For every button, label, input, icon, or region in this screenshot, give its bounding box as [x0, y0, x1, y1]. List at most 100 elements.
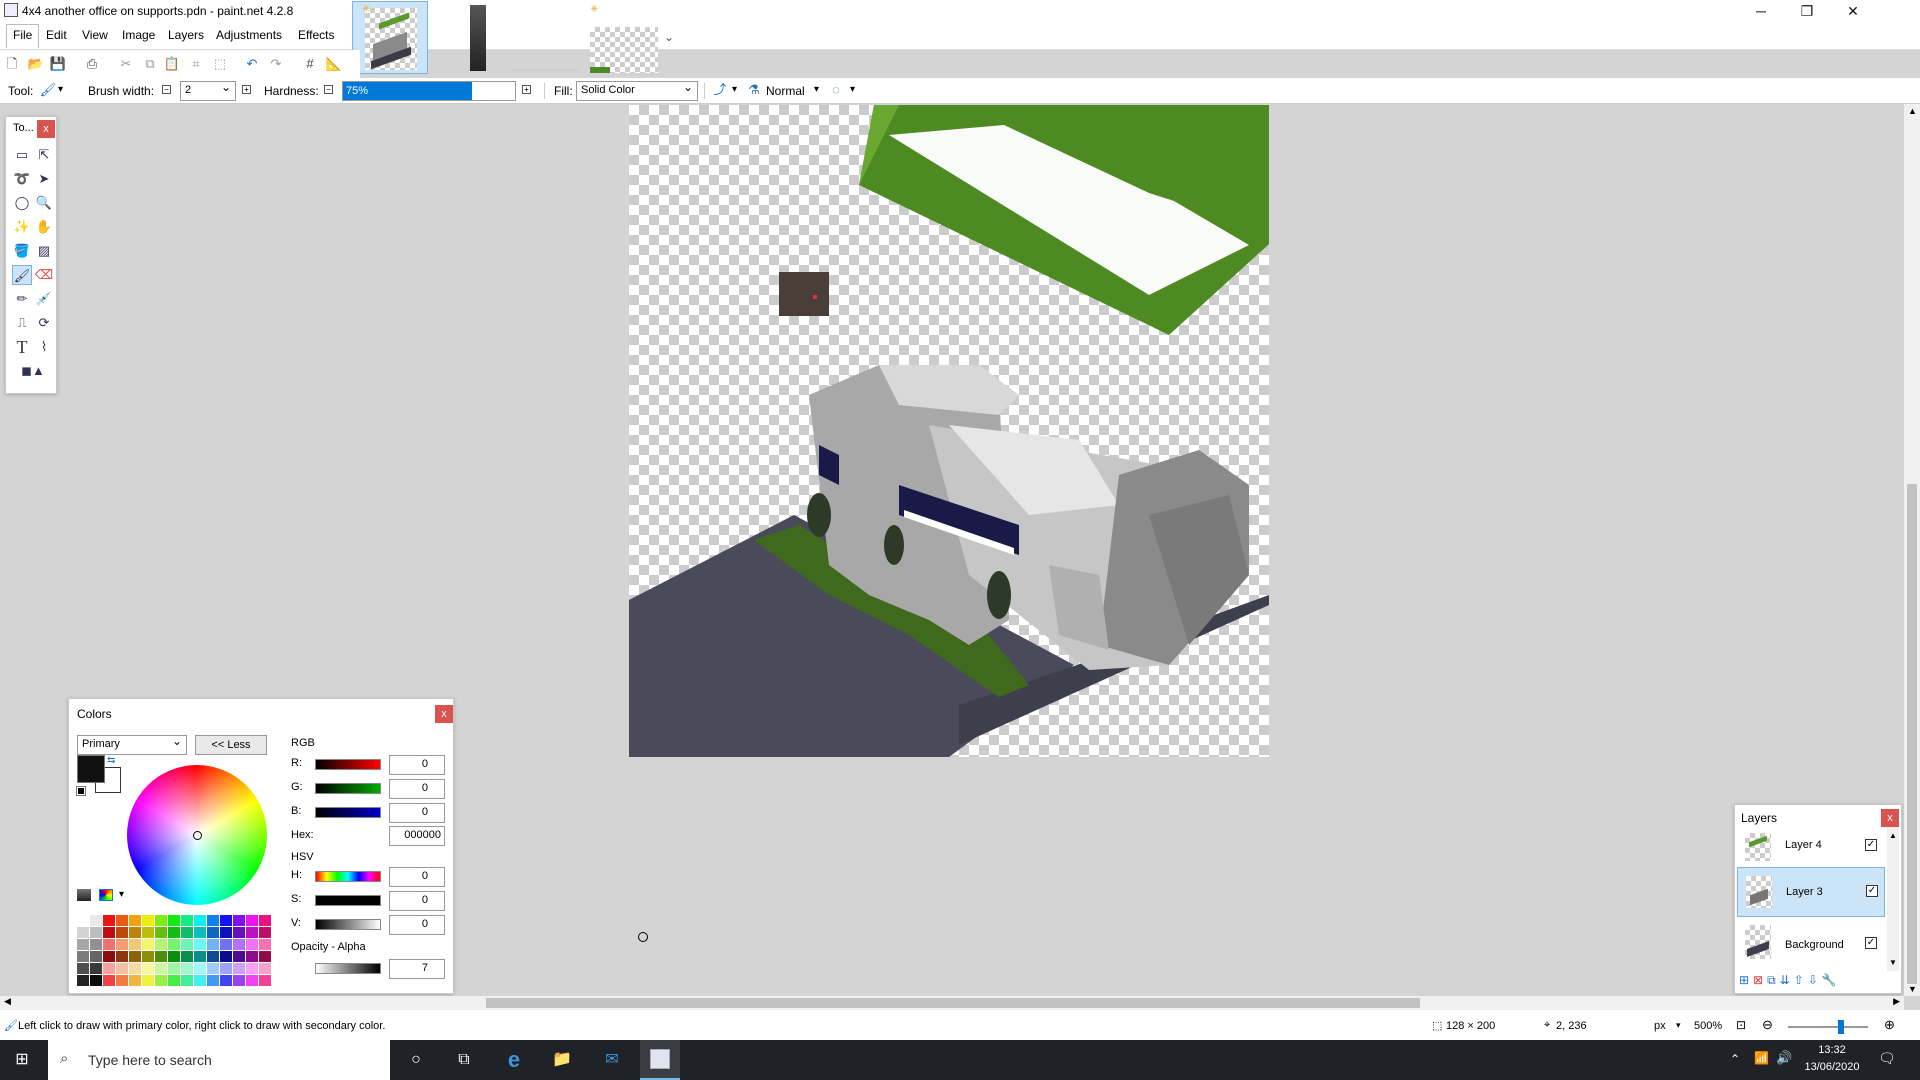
tools-panel-close-button[interactable]: x: [37, 120, 55, 138]
copy-icon[interactable]: ⧉: [140, 54, 160, 74]
ellipse-select-tool-icon[interactable]: ◯: [12, 193, 32, 213]
palette-swatch[interactable]: [246, 963, 258, 974]
zoom-out-icon[interactable]: ⊖: [1762, 1017, 1773, 1033]
reset-colors-icon[interactable]: [76, 786, 86, 796]
palette-swatch[interactable]: [259, 915, 271, 926]
palette-swatch[interactable]: [259, 939, 271, 950]
palette-swatch[interactable]: [220, 975, 232, 986]
redo-icon[interactable]: ↷: [266, 54, 286, 74]
zoom-level[interactable]: 500%: [1694, 1020, 1722, 1032]
show-hidden-icons-icon[interactable]: ⌃: [1730, 1052, 1740, 1066]
palette-swatch[interactable]: [233, 915, 245, 926]
hardness-increase-button[interactable]: +: [522, 85, 531, 94]
palette-swatch[interactable]: [233, 939, 245, 950]
eraser-tool-icon[interactable]: ⌫: [34, 265, 54, 285]
palette-swatch[interactable]: [220, 951, 232, 962]
zoom-slider[interactable]: [1788, 1020, 1868, 1034]
duplicate-layer-icon[interactable]: ⧉: [1767, 973, 1776, 991]
palette-swatch[interactable]: [129, 915, 141, 926]
palette-swatch[interactable]: [155, 963, 167, 974]
palette-swatch[interactable]: [246, 975, 258, 986]
palette-swatch[interactable]: [246, 951, 258, 962]
palette-swatch[interactable]: [194, 963, 206, 974]
palette-swatch[interactable]: [77, 939, 89, 950]
crop-icon[interactable]: ⌗: [186, 54, 206, 74]
palette-swatch[interactable]: [77, 963, 89, 974]
open-folder-icon[interactable]: 📂: [26, 54, 46, 74]
image-canvas[interactable]: [629, 105, 1269, 757]
palette-swatch[interactable]: [77, 951, 89, 962]
opacity-input[interactable]: 7: [389, 959, 445, 979]
zoom-tool-icon[interactable]: 🔍: [34, 193, 54, 213]
close-window-button[interactable]: ✕: [1830, 0, 1876, 22]
green-slider[interactable]: [315, 783, 381, 794]
palette-swatch[interactable]: [77, 927, 89, 938]
palette-swatch[interactable]: [90, 927, 102, 938]
palette-swatch[interactable]: [103, 915, 115, 926]
menu-layers[interactable]: Layers: [166, 28, 206, 42]
palette-swatch[interactable]: [129, 951, 141, 962]
paintnet-taskbar-button[interactable]: [640, 1040, 680, 1080]
palette-swatch[interactable]: [194, 939, 206, 950]
undo-icon[interactable]: ↶: [242, 54, 262, 74]
red-input[interactable]: 0: [389, 755, 445, 775]
blue-input[interactable]: 0: [389, 803, 445, 823]
action-center-icon[interactable]: 🗨: [1878, 1050, 1896, 1067]
palette-swatch[interactable]: [181, 927, 193, 938]
palette-swatch[interactable]: [168, 951, 180, 962]
palette-swatch[interactable]: [142, 939, 154, 950]
palette-swatch[interactable]: [207, 939, 219, 950]
grid-icon[interactable]: #: [300, 54, 320, 74]
horizontal-scrollbar[interactable]: ◀ ▶: [0, 996, 1904, 1010]
move-layer-up-icon[interactable]: ⇧: [1794, 973, 1804, 991]
magic-wand-tool-icon[interactable]: ✨: [12, 217, 32, 237]
palette-swatch[interactable]: [155, 939, 167, 950]
palette-swatch[interactable]: [90, 975, 102, 986]
palette-swatch[interactable]: [207, 975, 219, 986]
clock-date[interactable]: 13/06/2020: [1796, 1061, 1868, 1073]
ruler-icon[interactable]: 📐: [324, 54, 344, 74]
merge-layer-down-icon[interactable]: ⇊: [1780, 973, 1790, 991]
palette-swatch[interactable]: [207, 951, 219, 962]
palette-swatch[interactable]: [220, 927, 232, 938]
palette-swatch[interactable]: [90, 915, 102, 926]
menu-edit[interactable]: Edit: [44, 28, 69, 42]
hardness-slider[interactable]: 75%: [342, 81, 516, 101]
image-tab-flat[interactable]: [506, 1, 582, 74]
paste-icon[interactable]: 📋: [162, 54, 182, 74]
palette-swatch[interactable]: [142, 963, 154, 974]
hue-input[interactable]: 0: [389, 867, 445, 887]
palette-swatch[interactable]: [194, 915, 206, 926]
palette-swatch[interactable]: [259, 951, 271, 962]
brush-width-decrease-button[interactable]: −: [162, 85, 171, 94]
paint-bucket-tool-icon[interactable]: 🪣: [12, 241, 32, 261]
palette-swatch[interactable]: [168, 915, 180, 926]
menu-file[interactable]: File: [6, 24, 40, 48]
palette-swatch[interactable]: [259, 963, 271, 974]
brush-width-increase-button[interactable]: +: [242, 85, 251, 94]
palette-swatch[interactable]: [129, 975, 141, 986]
palette-swatch[interactable]: [142, 915, 154, 926]
palette-menu-icon[interactable]: [99, 889, 113, 901]
line-curve-tool-icon[interactable]: ⌇: [34, 337, 54, 357]
pencil-tool-icon[interactable]: ✏: [12, 289, 32, 309]
antialiasing-chevron-icon[interactable]: ▾: [732, 84, 737, 95]
palette-swatch[interactable]: [116, 939, 128, 950]
palette-swatch[interactable]: [129, 939, 141, 950]
paintbrush-tool-icon[interactable]: 🖌: [38, 80, 58, 100]
palette-swatch[interactable]: [181, 975, 193, 986]
deselect-icon[interactable]: ⬚: [210, 54, 230, 74]
mail-icon[interactable]: ✉: [600, 1048, 624, 1072]
move-selected-tool-icon[interactable]: ⇱: [34, 145, 54, 165]
layer-visibility-checkbox[interactable]: ✓: [1866, 885, 1878, 897]
menu-view[interactable]: View: [80, 28, 110, 42]
save-icon[interactable]: 💾: [48, 54, 68, 74]
palette-swatch[interactable]: [181, 939, 193, 950]
saturation-slider[interactable]: [315, 895, 381, 906]
image-tab-tower[interactable]: [440, 1, 516, 74]
print-icon[interactable]: ⎙: [82, 54, 102, 74]
layer-visibility-checkbox[interactable]: ✓: [1865, 937, 1877, 949]
file-explorer-icon[interactable]: 📁: [550, 1048, 574, 1072]
palette-swatch[interactable]: [168, 975, 180, 986]
hardness-decrease-button[interactable]: −: [324, 85, 333, 94]
